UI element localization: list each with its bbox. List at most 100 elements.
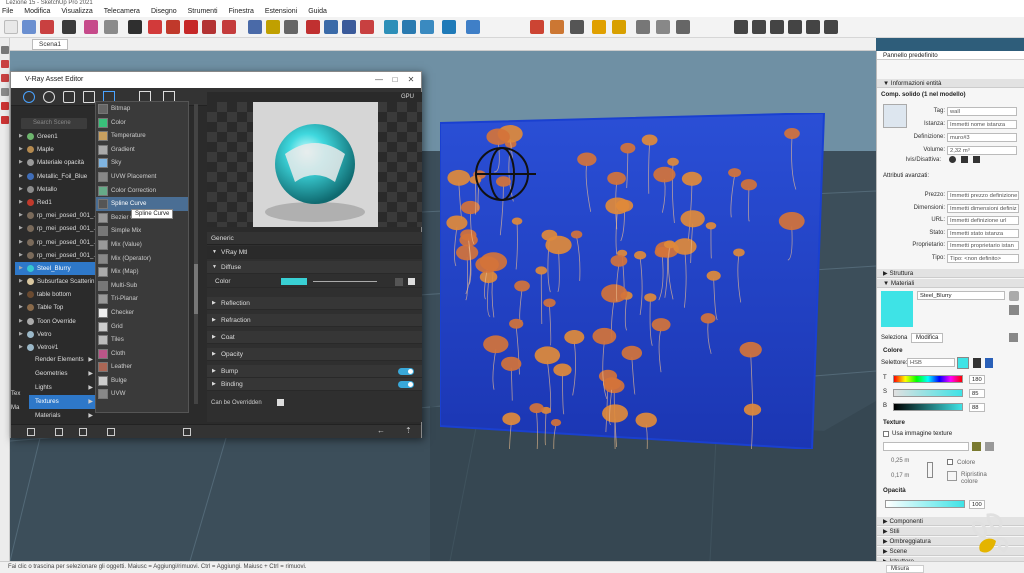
menu-item[interactable]: Finestra — [229, 7, 254, 17]
extension-warehouse-icon[interactable] — [402, 20, 416, 34]
asset-list-item[interactable]: ▶ Metallic_Foil_Blue — [15, 170, 97, 183]
expand-arrow-icon[interactable]: ▶ — [19, 222, 23, 235]
texture-type-item[interactable]: Mix (Operator) — [96, 252, 188, 266]
texture-type-item[interactable]: Mix (Value) — [96, 238, 188, 252]
expand-arrow-icon[interactable]: ▶ — [19, 156, 23, 169]
diffuse-row[interactable]: ▼ Diffuse — [207, 261, 422, 274]
expand-arrow-icon[interactable]: ▶ — [19, 328, 23, 341]
shadow-icon[interactable] — [973, 156, 980, 163]
category-item[interactable]: Lights ▶ — [29, 381, 99, 395]
entity-field-input[interactable]: Immetti nome istanza — [947, 120, 1017, 129]
texture-edit-icon[interactable] — [985, 442, 994, 451]
layout-icon[interactable] — [420, 20, 434, 34]
gpu-label[interactable]: GPU — [401, 94, 414, 100]
save-icon[interactable] — [79, 428, 87, 436]
expand-arrow-icon[interactable]: ▶ — [19, 143, 23, 156]
import-icon[interactable] — [183, 428, 191, 436]
asset-list-item[interactable]: ▶ table bottom — [15, 288, 97, 301]
vray-interactive-icon[interactable] — [550, 20, 564, 34]
lock-icon[interactable] — [961, 156, 968, 163]
opacity-value[interactable]: 100 — [969, 500, 985, 509]
tab-modifica[interactable]: Modifica — [911, 333, 944, 343]
material-type-row[interactable]: ▼ VRay Mtl — [207, 246, 422, 259]
maximize-icon[interactable]: □ — [387, 72, 403, 88]
asset-list-item[interactable]: ▶ Green1 — [15, 130, 97, 143]
expand-arrow-icon[interactable]: ▶ — [19, 249, 23, 262]
vray-render-icon[interactable] — [530, 20, 544, 34]
match-model-icon[interactable] — [973, 358, 981, 368]
vray-proxy-icon[interactable] — [676, 20, 690, 34]
add-asset-icon[interactable] — [27, 428, 35, 436]
expand-arrow-icon[interactable]: ▶ — [19, 183, 23, 196]
menu-item[interactable]: Disegno — [151, 7, 177, 17]
axes-tool-icon[interactable] — [284, 20, 298, 34]
view-right-icon[interactable] — [788, 20, 802, 34]
tab-seleziona[interactable]: Seleziona — [881, 335, 907, 341]
texture-type-item[interactable]: Temperature — [96, 129, 188, 143]
menu-item[interactable]: Visualizza — [61, 7, 92, 17]
hsb-value[interactable]: 180 — [969, 375, 985, 384]
layers-icon[interactable] — [83, 91, 95, 103]
delete-icon[interactable] — [107, 428, 115, 436]
expand-arrow-icon[interactable]: ▶ — [19, 262, 23, 275]
hsb-slider[interactable] — [893, 389, 963, 397]
texture-type-item[interactable]: Multi-Sub — [96, 279, 188, 293]
geometry-icon[interactable] — [63, 91, 75, 103]
extension-manager-icon[interactable] — [442, 20, 456, 34]
rotate-tool-icon[interactable] — [166, 20, 180, 34]
color-picker-select[interactable]: HSB — [907, 358, 955, 367]
arc-icon[interactable] — [1, 74, 9, 82]
diffuse-enable-checkbox[interactable] — [408, 278, 415, 285]
texture-type-item[interactable]: Bulge — [96, 374, 188, 388]
reset-color-icon[interactable] — [947, 471, 957, 481]
texture-type-item[interactable]: UVW — [96, 387, 188, 401]
pushpull-tool-icon[interactable] — [128, 20, 142, 34]
menu-item[interactable]: Modifica — [24, 7, 50, 17]
jellyfish-wall[interactable] — [440, 113, 826, 449]
category-item[interactable]: Render Elements ▶ — [29, 353, 99, 367]
view-iso-icon[interactable] — [734, 20, 748, 34]
vray-sphere-light-icon[interactable] — [612, 20, 626, 34]
collapse-icon[interactable]: ⇡ — [405, 426, 412, 435]
asset-list-item[interactable]: ▶ Red1 — [15, 196, 97, 209]
hsb-value[interactable]: 85 — [969, 389, 985, 398]
vray-ies-icon[interactable] — [656, 20, 670, 34]
view-top-icon[interactable] — [752, 20, 766, 34]
entity-info-header[interactable]: ▼ Informazioni entità — [877, 79, 1024, 88]
materials-icon[interactable] — [23, 91, 35, 103]
expand-arrow-icon[interactable]: ▶ — [19, 170, 23, 183]
category-item[interactable]: Geometries ▶ — [29, 367, 99, 381]
attribute-input[interactable]: Tipo: <non definito> — [947, 253, 1019, 263]
followme-tool-icon[interactable] — [184, 20, 198, 34]
pencil-tool-icon[interactable] — [40, 20, 54, 34]
expand-arrow-icon[interactable]: ▶ — [19, 196, 23, 209]
menu-item[interactable]: Guida — [308, 7, 327, 17]
material-home-icon[interactable] — [1009, 305, 1019, 315]
asset-list-item[interactable]: ▶ rp_mei_posed_001_.. — [15, 209, 97, 222]
warehouse-icon[interactable] — [384, 20, 398, 34]
match-screen-icon[interactable] — [985, 358, 993, 368]
attribute-input[interactable]: Immetti dimensioni definiz — [947, 203, 1019, 213]
hsb-slider[interactable] — [893, 403, 963, 411]
materiali-header[interactable]: ▼ Materiali — [877, 279, 1024, 288]
binding-toggle[interactable] — [398, 381, 414, 388]
menu-item[interactable]: File — [2, 7, 13, 17]
orbit-tool-icon[interactable] — [306, 20, 320, 34]
entity-field-input[interactable]: wall — [947, 107, 1017, 116]
aspect-lock-icon[interactable] — [927, 462, 933, 478]
menu-item[interactable]: Strumenti — [188, 7, 218, 17]
move-tool-icon[interactable] — [148, 20, 162, 34]
material-name-field[interactable]: Steel_Blurry — [917, 291, 1005, 300]
texture-type-item[interactable]: Color Correction — [96, 184, 188, 198]
view-back-icon[interactable] — [806, 20, 820, 34]
attribute-input[interactable]: Immetti definizione url — [947, 216, 1019, 225]
texture-type-item[interactable]: Mix (Map) — [96, 265, 188, 279]
pan-tool-icon[interactable] — [324, 20, 338, 34]
asset-list-item[interactable]: ▶ Table Top — [15, 301, 97, 314]
struttura-header[interactable]: ▶ Struttura — [877, 269, 1024, 278]
lights-icon[interactable] — [43, 91, 55, 103]
view-front-icon[interactable] — [770, 20, 784, 34]
texture-type-item[interactable]: Grid — [96, 320, 188, 334]
use-texture-checkbox[interactable] — [883, 431, 889, 437]
asset-list-item[interactable]: ▶ Subsurface Scatterin — [15, 275, 97, 288]
